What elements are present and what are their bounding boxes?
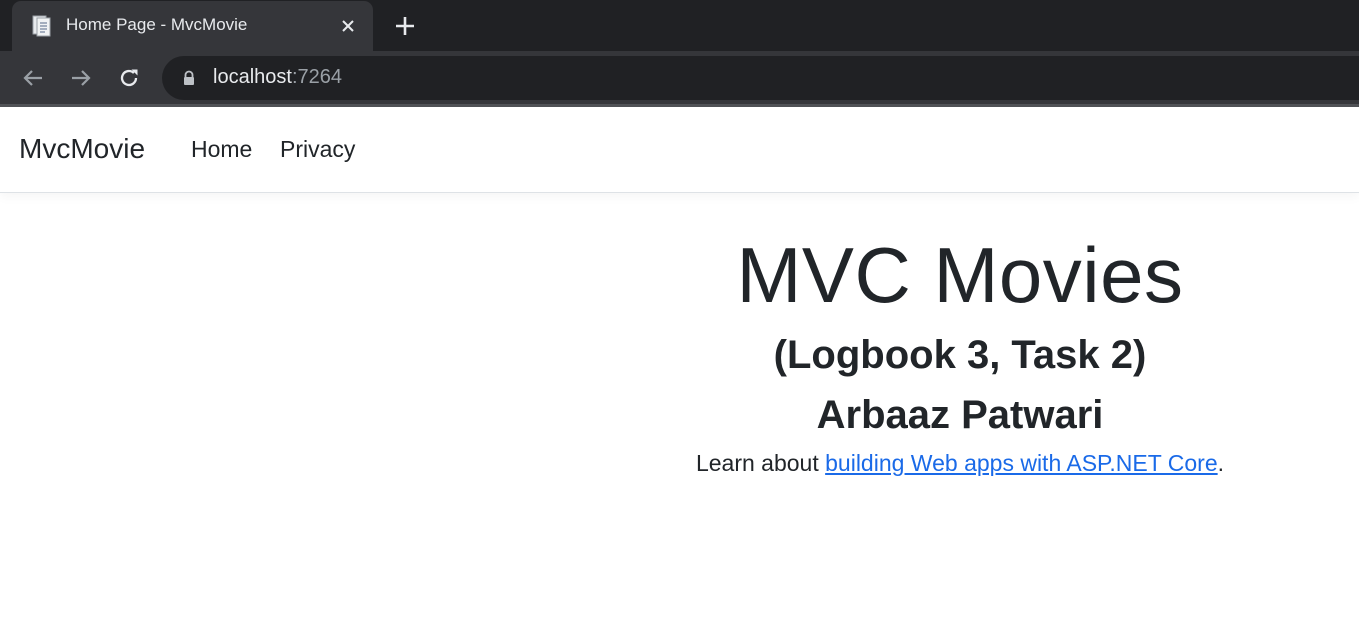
lock-icon[interactable] xyxy=(181,70,197,86)
learn-paragraph: Learn about building Web apps with ASP.N… xyxy=(560,447,1359,479)
page-heading: MVC Movies xyxy=(736,231,1184,319)
browser-tab[interactable]: Home Page - MvcMovie xyxy=(12,1,373,51)
document-icon xyxy=(30,14,54,38)
reload-icon[interactable] xyxy=(117,66,141,90)
url-host: localhost xyxy=(213,66,292,88)
url-text: localhost:7264 xyxy=(213,66,342,89)
main-content: MVC Movies (Logbook 3, Task 2) Arbaaz Pa… xyxy=(560,225,1359,479)
learn-suffix: . xyxy=(1217,450,1225,476)
address-bar[interactable]: localhost:7264 xyxy=(162,56,1359,100)
nav-link-privacy[interactable]: Privacy xyxy=(280,136,355,163)
back-arrow-icon[interactable] xyxy=(21,66,45,90)
author-name: Arbaaz Patwari xyxy=(816,393,1104,437)
forward-arrow-icon[interactable] xyxy=(69,66,93,90)
navbar-brand[interactable]: MvcMovie xyxy=(19,133,145,165)
tab-title: Home Page - MvcMovie xyxy=(66,15,248,34)
browser-tab-strip: Home Page - MvcMovie xyxy=(0,0,1359,51)
url-port: :7264 xyxy=(291,66,342,88)
page-subheading: (Logbook 3, Task 2) xyxy=(773,333,1147,377)
nav-link-home[interactable]: Home xyxy=(191,136,252,163)
learn-prefix: Learn about xyxy=(695,450,826,476)
close-icon[interactable] xyxy=(338,16,358,36)
plus-icon[interactable] xyxy=(393,14,417,38)
aspnet-docs-link[interactable]: building Web apps with ASP.NET Core xyxy=(825,450,1218,476)
browser-toolbar: localhost:7264 xyxy=(0,51,1359,105)
site-navbar: MvcMovie Home Privacy xyxy=(0,107,1359,193)
